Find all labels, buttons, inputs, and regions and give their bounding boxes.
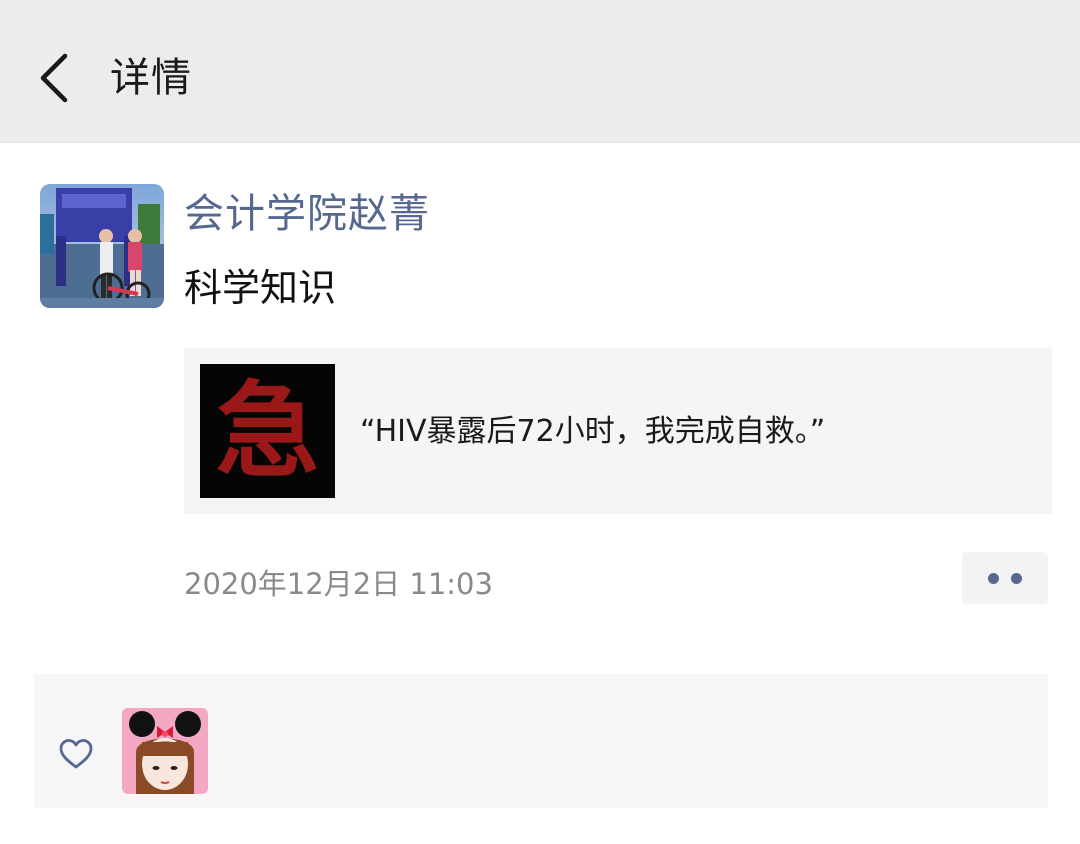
nav-bar: 详情 — [0, 0, 1080, 143]
link-title: “HIV暴露后72小时，我完成自救。” — [360, 414, 826, 449]
thumbnail-char: 急 — [215, 370, 320, 492]
link-thumbnail: 急 — [200, 364, 335, 498]
chevron-left-icon — [40, 53, 68, 103]
liker-avatar[interactable] — [122, 708, 208, 794]
likes-panel — [34, 674, 1048, 808]
back-button[interactable] — [22, 40, 86, 116]
shared-link-card[interactable]: 急 “HIV暴露后72小时，我完成自救。” — [184, 348, 1052, 514]
avatar-photo — [40, 184, 164, 308]
page-title: 详情 — [110, 55, 192, 101]
heart-outline-icon — [59, 739, 93, 769]
liker-avatar-image — [122, 708, 208, 794]
more-dots-icon — [988, 572, 999, 584]
author-name[interactable]: 会计学院赵菁 — [184, 188, 430, 240]
more-dots-icon — [1011, 572, 1022, 584]
moment-detail-screen: 详情 会计学院赵菁 科学知识 急 “HIV暴露后72小时，我完成自救。” 202… — [0, 0, 1080, 844]
post-timestamp: 2020年12月2日 11:03 — [184, 567, 493, 601]
author-avatar[interactable] — [40, 184, 164, 308]
more-actions-button[interactable] — [962, 552, 1048, 604]
post-text: 科学知识 — [184, 266, 337, 310]
